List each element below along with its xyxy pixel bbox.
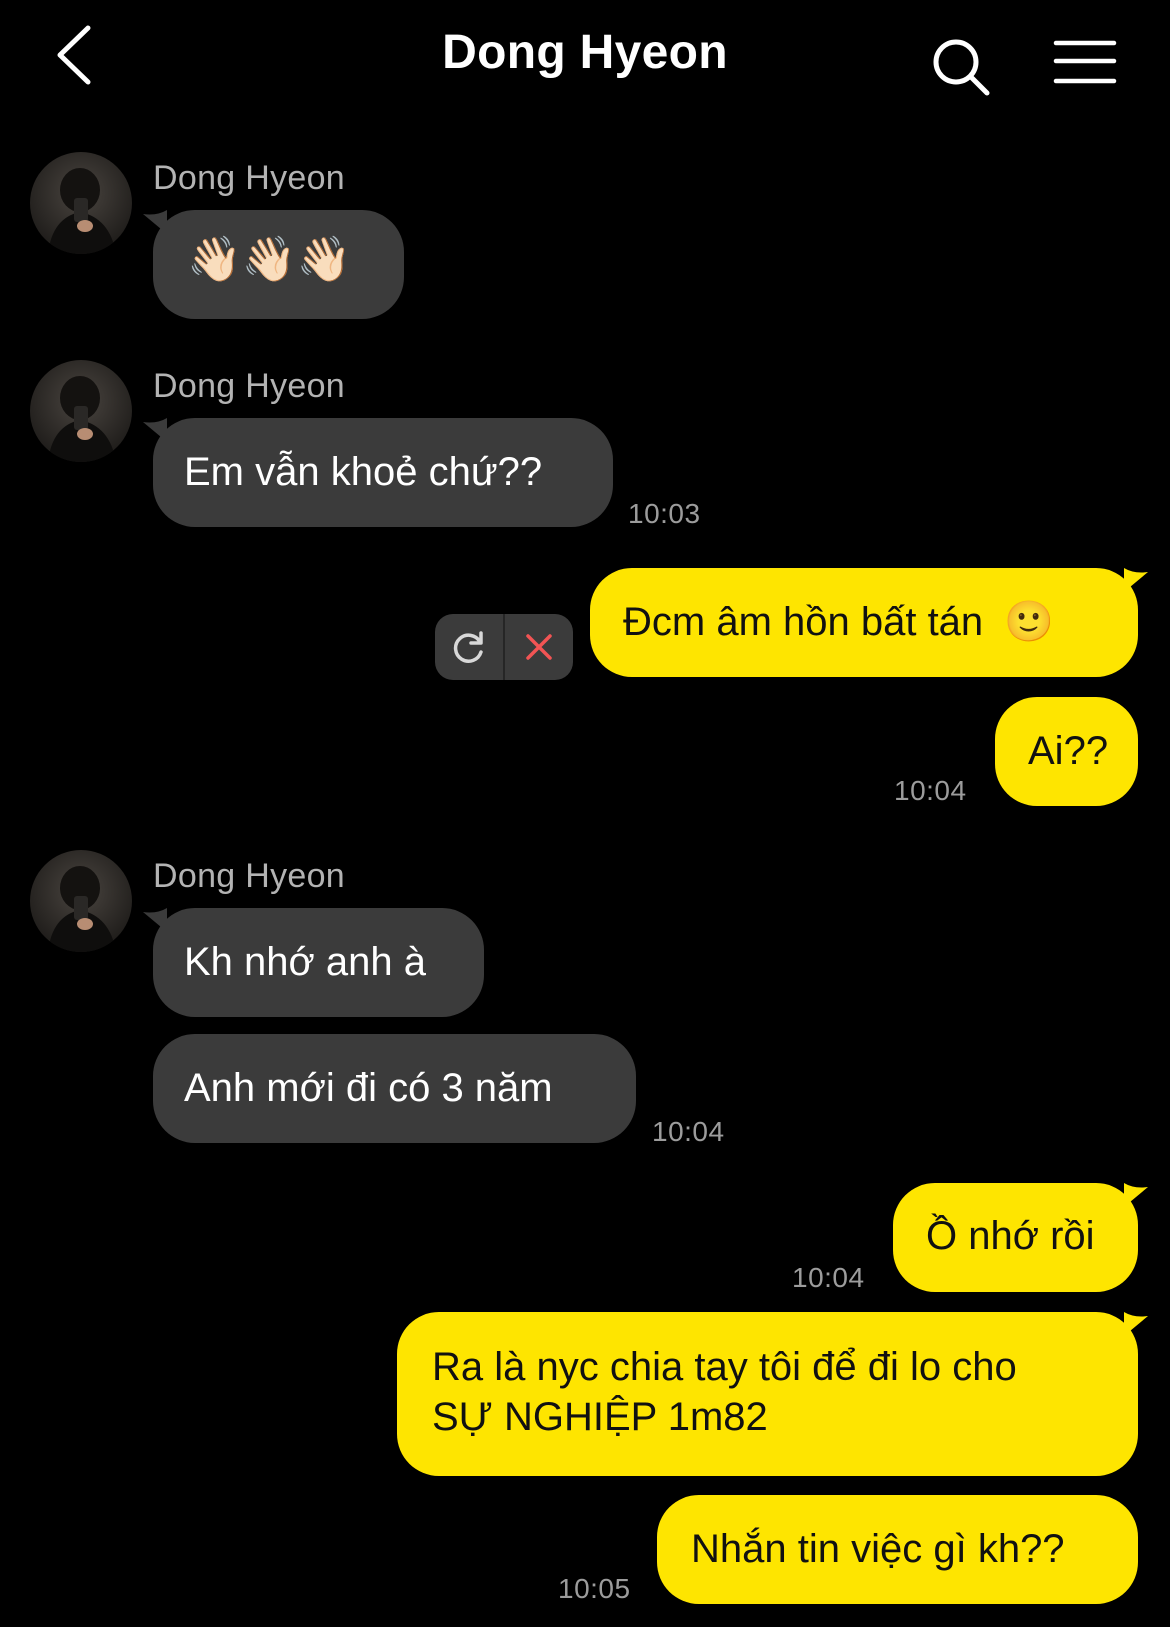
message-text: Em vẫn khoẻ chứ?? <box>184 450 543 494</box>
sender-name: Dong Hyeon <box>153 159 346 197</box>
delete-button[interactable] <box>505 614 573 680</box>
avatar[interactable] <box>30 152 132 254</box>
profile-photo <box>30 850 132 952</box>
message-timestamp: 10:04 <box>894 775 967 806</box>
message-bubble[interactable]: Đcm âm hồn bất tán 🙂 <box>590 568 1148 677</box>
bubble-tail <box>143 418 167 442</box>
failed-message-actions <box>435 614 573 680</box>
message-bubble[interactable]: Ồ nhớ rồi <box>893 1183 1148 1292</box>
bubble-tail <box>143 908 167 932</box>
resend-button[interactable] <box>435 614 503 680</box>
sender-name: Dong Hyeon <box>153 367 346 405</box>
message-text-line: SỰ NGHIỆP 1m82 <box>432 1395 768 1439</box>
message-text: 👋🏻👋🏻👋🏻 <box>187 235 352 284</box>
message-timestamp: 10:05 <box>558 1573 631 1604</box>
bubble-tail <box>1124 568 1148 592</box>
message-bubble[interactable]: Ai?? <box>995 697 1138 806</box>
avatar[interactable] <box>30 850 132 952</box>
close-icon <box>526 634 552 660</box>
hamburger-menu-icon <box>1053 40 1117 84</box>
message-text: Anh mới đi có 3 năm <box>184 1066 553 1110</box>
bubble-tail <box>1124 1312 1148 1336</box>
chevron-left-icon <box>57 25 91 85</box>
message-bubble[interactable]: Nhắn tin việc gì kh?? <box>657 1495 1138 1604</box>
smile-emoji: 🙂 <box>1004 600 1055 644</box>
message-text: Nhắn tin việc gì kh?? <box>691 1527 1065 1571</box>
menu-button[interactable] <box>1052 38 1118 88</box>
bubble-tail <box>1124 1183 1148 1207</box>
search-icon <box>933 39 990 96</box>
message-bubble[interactable]: Ra là nyc chia tay tôi để đi lo cho SỰ N… <box>397 1312 1148 1476</box>
message-text: Đcm âm hồn bất tán <box>623 600 984 644</box>
message-text-line: Ra là nyc chia tay tôi để đi lo cho <box>432 1345 1017 1389</box>
refresh-icon <box>453 631 483 663</box>
message-text: Ai?? <box>1028 729 1109 773</box>
message-text: Kh nhớ anh à <box>184 940 426 984</box>
message-bubble[interactable]: Em vẫn khoẻ chứ?? <box>143 418 613 527</box>
profile-photo <box>30 152 132 254</box>
message-timestamp: 10:04 <box>652 1116 725 1147</box>
bubble-tail <box>143 210 167 234</box>
message-timestamp: 10:04 <box>792 1262 865 1293</box>
back-button[interactable] <box>50 22 110 92</box>
sender-name: Dong Hyeon <box>153 857 346 895</box>
message-bubble[interactable]: 👋🏻👋🏻👋🏻 <box>143 210 404 319</box>
avatar[interactable] <box>30 360 132 462</box>
search-button[interactable] <box>930 36 992 98</box>
chat-title: Dong Hyeon <box>442 26 728 79</box>
message-bubble[interactable]: Kh nhớ anh à <box>143 908 484 1017</box>
profile-photo <box>30 360 132 462</box>
message-text: Ồ nhớ rồi <box>926 1214 1095 1258</box>
message-timestamp: 10:03 <box>628 498 701 529</box>
message-bubble[interactable]: Anh mới đi có 3 năm <box>153 1034 636 1143</box>
